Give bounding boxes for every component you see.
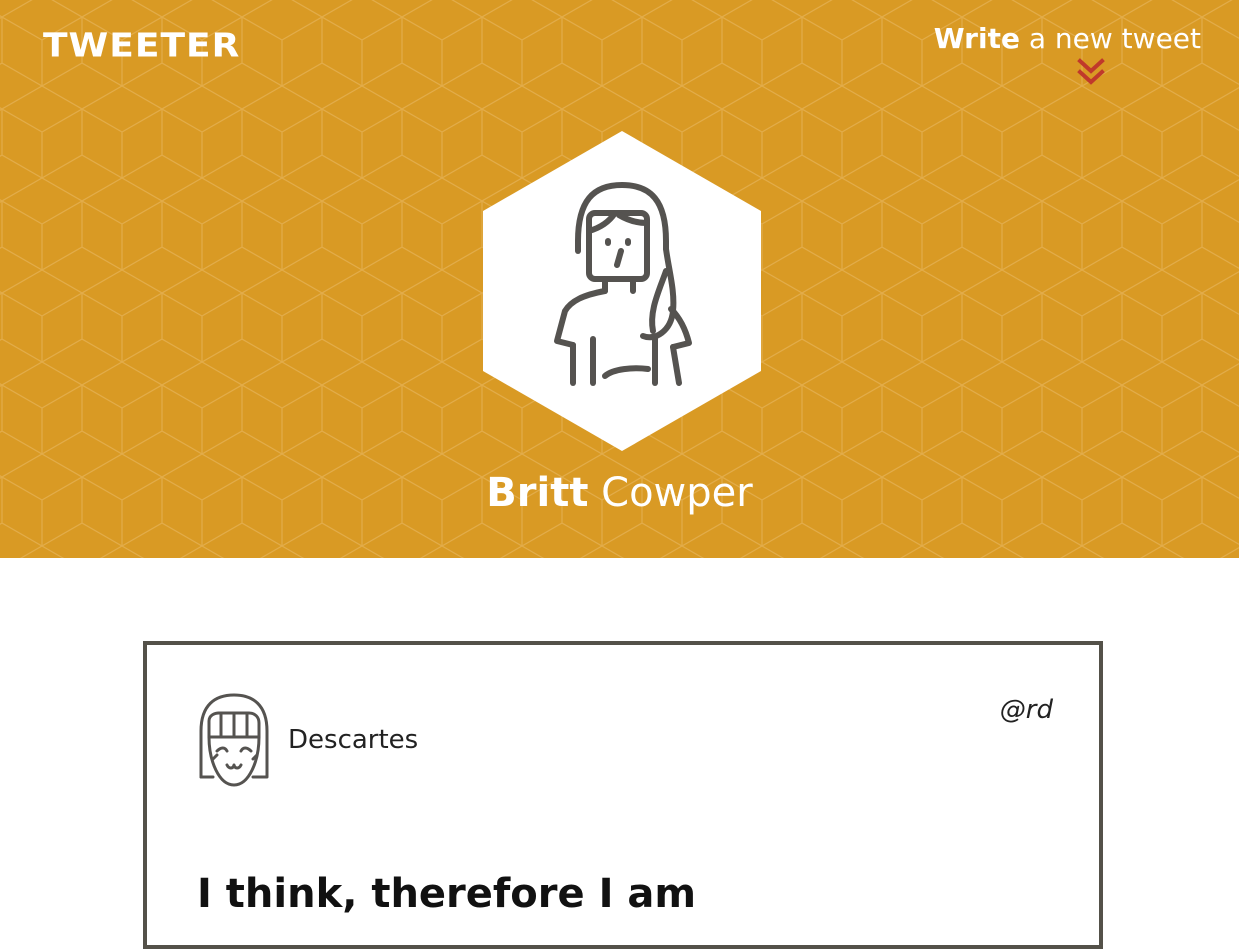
- smiling-girl-avatar-icon: [199, 693, 269, 787]
- double-chevron-down-icon[interactable]: [1077, 58, 1105, 86]
- tweet-card: Descartes @rd I think, therefore I am: [143, 641, 1103, 949]
- tweet-text: I think, therefore I am: [197, 871, 697, 917]
- tweet-user-name[interactable]: Descartes: [288, 725, 418, 755]
- tweet-handle[interactable]: @rd: [1000, 695, 1053, 725]
- profile-last-name: Cowper: [588, 470, 753, 516]
- write-label-rest: a new tweet: [1019, 22, 1201, 55]
- profile-first-name: Britt: [486, 470, 589, 516]
- write-label-bold: Write: [933, 22, 1020, 55]
- app-logo[interactable]: TWEETER: [43, 30, 240, 63]
- profile-header: TWEETER Write a new tweet Britt Cowper: [0, 0, 1239, 558]
- write-new-tweet-link[interactable]: Write a new tweet: [934, 22, 1201, 55]
- profile-name: Britt Cowper: [0, 470, 1239, 516]
- profile-avatar: [483, 131, 761, 451]
